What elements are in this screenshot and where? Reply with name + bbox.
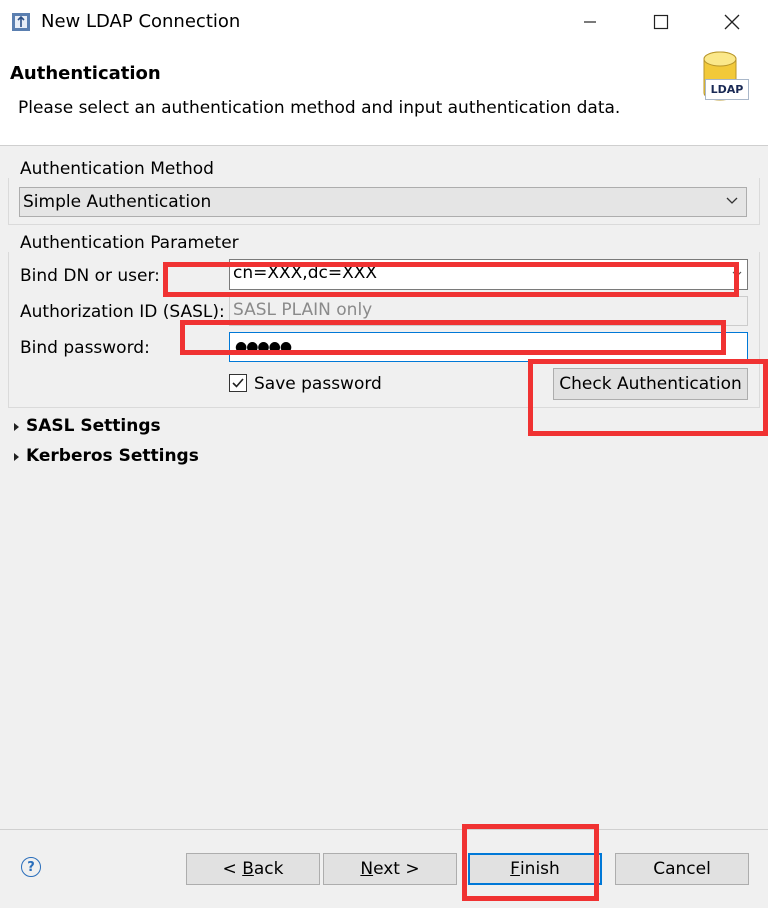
highlight-bind-dn xyxy=(163,262,739,297)
ldap-label: LDAP xyxy=(705,79,749,100)
checkmark-icon xyxy=(232,378,244,388)
close-icon xyxy=(724,14,740,30)
authz-id-label: Authorization ID (SASL): xyxy=(20,302,225,322)
highlight-finish xyxy=(462,824,599,901)
title-bar: New LDAP Connection xyxy=(0,0,768,44)
kerberos-settings-section[interactable]: Kerberos Settings xyxy=(26,446,199,466)
back-mnemonic: B xyxy=(242,859,254,879)
next-mnemonic: N xyxy=(360,859,374,879)
highlight-password xyxy=(180,320,726,355)
minimize-icon xyxy=(584,21,596,23)
auth-method-value: Simple Authentication xyxy=(23,192,212,212)
next-button[interactable]: Next > xyxy=(323,853,457,885)
maximize-button[interactable] xyxy=(639,4,683,40)
minimize-button[interactable] xyxy=(568,4,612,40)
close-window-button[interactable] xyxy=(710,4,754,40)
back-button[interactable]: < Back xyxy=(186,853,320,885)
page-title: Authentication xyxy=(10,63,161,84)
highlight-check-auth xyxy=(528,359,768,436)
wizard-banner: Authentication Please select an authenti… xyxy=(0,44,768,146)
auth-param-label: Authentication Parameter xyxy=(20,233,239,253)
auth-method-label: Authentication Method xyxy=(20,159,214,179)
help-icon[interactable]: ? xyxy=(21,857,41,877)
window-title: New LDAP Connection xyxy=(41,11,241,32)
back-prefix: < xyxy=(222,859,243,879)
auth-method-select[interactable]: Simple Authentication xyxy=(19,187,747,217)
cancel-button[interactable]: Cancel xyxy=(615,853,749,885)
dropdown-arrow-icon xyxy=(726,197,738,204)
save-password-checkbox[interactable] xyxy=(229,374,247,392)
app-icon xyxy=(12,13,30,31)
sasl-settings-section[interactable]: SASL Settings xyxy=(26,416,161,436)
footer-divider xyxy=(0,829,768,830)
save-password-label[interactable]: Save password xyxy=(254,374,382,394)
page-description: Please select an authentication method a… xyxy=(18,98,621,118)
maximize-icon xyxy=(653,14,669,30)
bind-dn-label: Bind DN or user: xyxy=(20,266,160,286)
authz-id-placeholder: SASL PLAIN only xyxy=(233,300,373,320)
next-rest: ext > xyxy=(373,859,420,879)
back-rest: ack xyxy=(253,859,284,879)
expand-arrow-icon[interactable] xyxy=(14,423,19,431)
expand-arrow-icon[interactable] xyxy=(14,453,19,461)
password-label: Bind password: xyxy=(20,338,150,358)
